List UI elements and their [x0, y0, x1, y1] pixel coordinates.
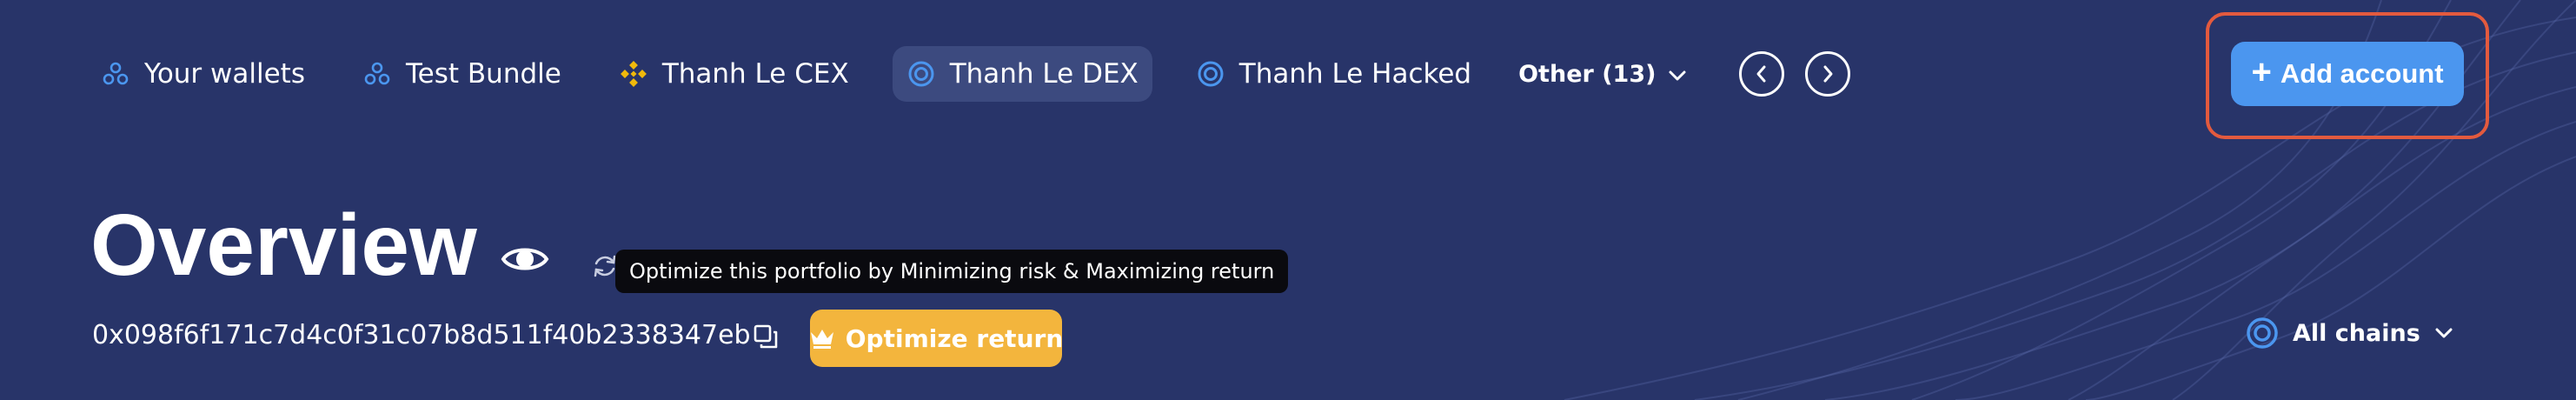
page-title: Overview: [90, 197, 477, 294]
dex-circle-icon: [906, 59, 936, 89]
chevron-down-icon: [2434, 327, 2453, 339]
add-account-button[interactable]: + Add account: [2231, 42, 2464, 106]
binance-icon: [619, 59, 648, 89]
scroll-right-button[interactable]: [1805, 51, 1851, 97]
wallets-icon: [101, 59, 130, 89]
crown-icon: [809, 327, 835, 350]
bundle-icon: [362, 59, 392, 89]
wallet-address: 0x098f6f171c7d4c0f31c07b8d511f40b2338347…: [92, 320, 751, 350]
tab-label: Test Bundle: [406, 58, 561, 90]
optimize-label: Optimize return: [845, 323, 1064, 353]
scroll-left-button[interactable]: [1739, 51, 1785, 97]
tab-label: Thanh Le CEX: [661, 58, 849, 90]
optimize-return-button[interactable]: Optimize return: [809, 310, 1064, 367]
tab-label: Thanh Le Hacked: [1238, 58, 1472, 90]
other-accounts-dropdown[interactable]: Other (13): [1518, 61, 1687, 88]
tab-thanh-le-cex[interactable]: Thanh Le CEX: [605, 46, 863, 102]
tab-label: Thanh Le DEX: [949, 58, 1139, 90]
account-tabs: Your wallets Test Bundle Thanh Le CEX Th…: [87, 45, 1871, 103]
add-account-label: Add account: [2280, 58, 2444, 89]
chain-selector[interactable]: All chains: [2246, 317, 2453, 350]
tab-thanh-le-hacked[interactable]: Thanh Le Hacked: [1182, 46, 1485, 102]
chain-label: All chains: [2293, 319, 2420, 347]
tab-your-wallets[interactable]: Your wallets: [87, 46, 319, 102]
chevron-left-icon: [1756, 65, 1766, 83]
plus-icon: +: [2251, 52, 2272, 91]
eye-icon[interactable]: [501, 240, 549, 278]
tab-thanh-le-dex[interactable]: Thanh Le DEX: [892, 46, 1152, 102]
optimize-tooltip: Optimize this portfolio by Minimizing ri…: [615, 250, 1289, 293]
other-label: Other (13): [1518, 60, 1656, 88]
tab-test-bundle[interactable]: Test Bundle: [349, 46, 575, 102]
chevron-right-icon: [1823, 65, 1833, 83]
chevron-down-icon: [1668, 61, 1687, 88]
chain-circle-icon: [2246, 317, 2279, 350]
tab-label: Your wallets: [144, 58, 305, 90]
copy-icon[interactable]: [753, 323, 779, 350]
dex-circle-icon: [1196, 59, 1225, 89]
